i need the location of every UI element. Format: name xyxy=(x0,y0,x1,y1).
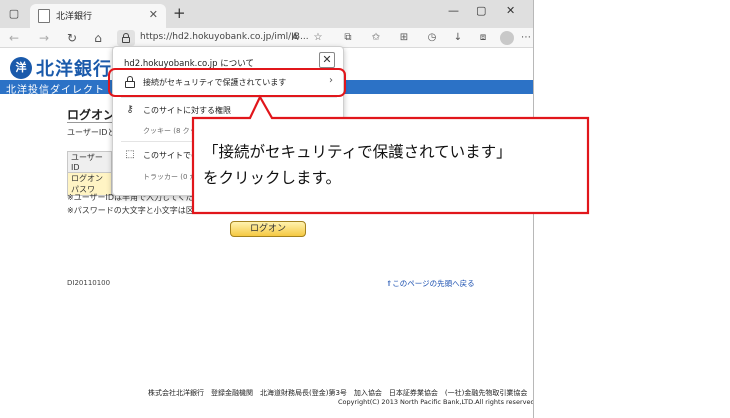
forward-icon[interactable]: → xyxy=(36,30,52,46)
history-icon[interactable]: ◷ xyxy=(424,30,440,46)
site-info-lock-button[interactable] xyxy=(117,30,135,46)
page-id: DI20110100 xyxy=(67,279,111,287)
trackers-item[interactable]: トラッカー (0 がブロ xyxy=(143,172,211,182)
footer-company-info: 株式会社北洋銀行 登録金融機関 北海道財務局長(登金)第3号 加入協会 日本証券… xyxy=(148,389,528,397)
maximize-icon[interactable]: ▢ xyxy=(476,4,486,17)
new-tab-button[interactable]: + xyxy=(173,4,186,22)
tab-title: 北洋銀行 xyxy=(56,12,93,22)
read-aloud-icon[interactable]: A xyxy=(287,30,303,46)
window-close-icon[interactable]: ✕ xyxy=(506,4,515,17)
back-to-top-link[interactable]: ⇑このページの先頭へ戻る xyxy=(386,278,475,289)
login-button[interactable]: ログオン xyxy=(230,221,306,237)
tab-strip: ▢ 北洋銀行 ✕ + — ▢ ✕ xyxy=(0,0,533,28)
user-id-label: ユーザーID xyxy=(67,151,112,173)
service-name: 北洋投信ダイレクト xyxy=(6,85,105,96)
page-title: ログオン xyxy=(67,108,116,122)
tab-hokuyo[interactable]: 北洋銀行 ✕ xyxy=(30,4,166,28)
extensions-icon[interactable]: ⧈ xyxy=(475,30,491,46)
callout-text: 「接続がセキュリティで保護されています」 をクリックします。 xyxy=(203,139,583,191)
bank-logo-mark-icon: 洋 xyxy=(10,57,32,79)
divider xyxy=(121,97,337,98)
split-screen-icon[interactable]: ⧉ xyxy=(340,30,356,46)
favorite-star-icon[interactable]: ☆ xyxy=(310,30,326,46)
site-permissions-label: このサイトに対する権限 xyxy=(143,106,231,115)
key-icon: ⚷ xyxy=(126,104,134,115)
page-favicon-icon xyxy=(38,9,50,23)
bank-logo-text: 北洋銀行 xyxy=(36,59,112,80)
tab-close-icon[interactable]: ✕ xyxy=(149,8,158,21)
profile-icon[interactable] xyxy=(500,31,514,45)
highlight-box xyxy=(108,68,346,97)
callout-line-2: をクリックします。 xyxy=(203,169,341,187)
flyout-close-button[interactable]: ✕ xyxy=(319,52,335,68)
footer-copyright: Copyright(C) 2013 North Pacific Bank,LTD… xyxy=(338,398,534,406)
downloads-icon[interactable]: ↓ xyxy=(450,30,466,46)
refresh-icon[interactable]: ↻ xyxy=(64,30,80,46)
home-icon[interactable]: ⌂ xyxy=(90,30,106,46)
browser-toolbar: ← → ↻ ⌂ https://hd2.hokuyobank.co.jp/iml… xyxy=(0,28,533,48)
more-icon[interactable]: ⋯ xyxy=(518,30,533,46)
back-icon[interactable]: ← xyxy=(6,30,22,46)
browser-window: ▢ 北洋銀行 ✕ + — ▢ ✕ ← → ↻ ⌂ https://hd2.hok… xyxy=(0,0,534,418)
favorites-icon[interactable]: ✩ xyxy=(368,30,384,46)
tracking-prevention-icon: ⬚ xyxy=(125,149,135,160)
tab-actions-icon[interactable]: ▢ xyxy=(6,6,22,22)
collections-icon[interactable]: ⊞ xyxy=(396,30,412,46)
cookies-item[interactable]: クッキー (8 クッキー xyxy=(143,126,211,136)
site-permissions-item[interactable]: ⚷ このサイトに対する権限 xyxy=(113,100,343,120)
callout-line-1: 「接続がセキュリティで保護されています」 xyxy=(203,143,512,161)
address-bar[interactable]: https://hd2.hokuyobank.co.jp/iml/IB... xyxy=(140,32,309,42)
note-password: ※パスワードの大文字と小文字は区別さ xyxy=(67,206,210,215)
minimize-icon[interactable]: — xyxy=(448,4,459,17)
